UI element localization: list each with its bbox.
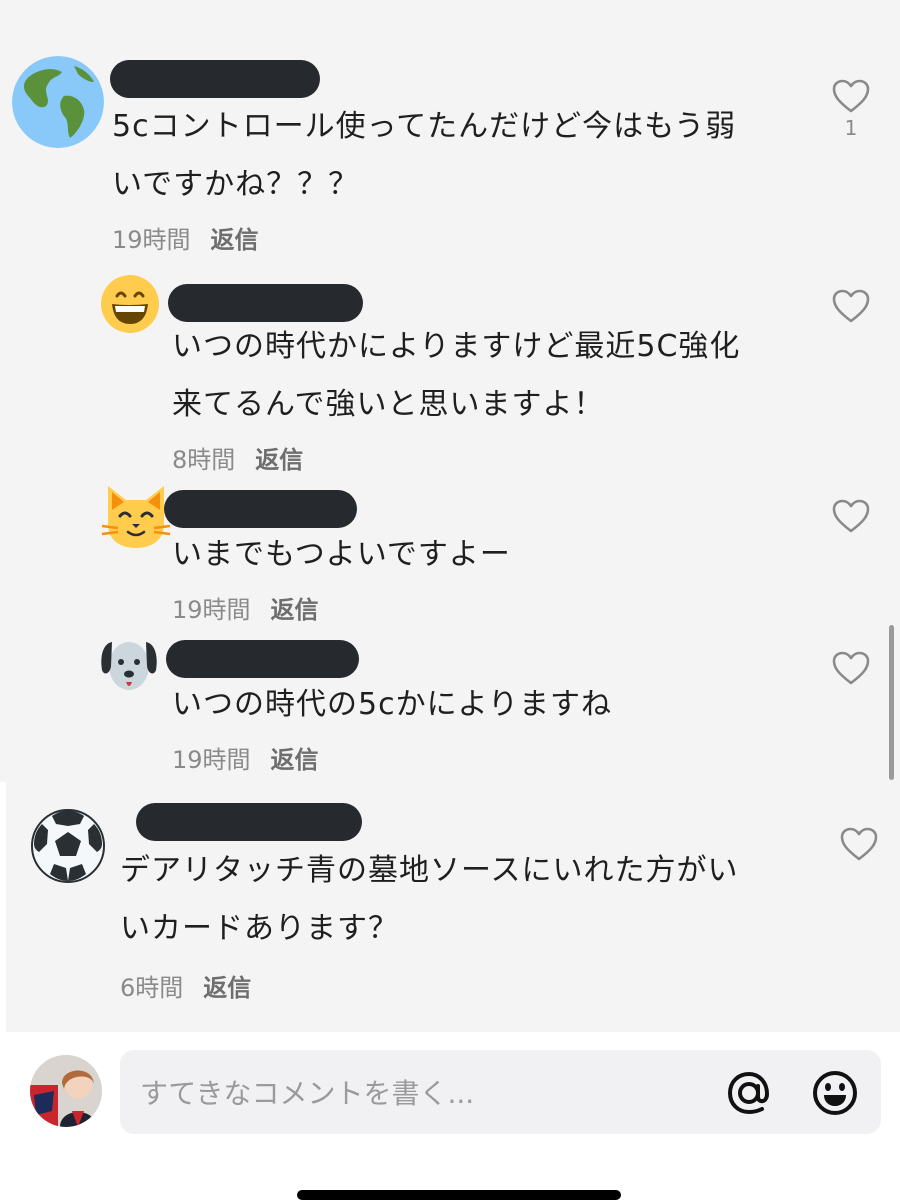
like-button[interactable] [837, 826, 881, 862]
redacted-username [136, 803, 362, 841]
heart-icon [832, 289, 870, 323]
comment-meta: 19時間 返信 [172, 740, 319, 775]
comment-meta: 8時間 返信 [172, 440, 303, 475]
earth-globe-icon[interactable] [12, 56, 104, 148]
comment-input[interactable] [138, 1050, 702, 1136]
heart-icon [832, 651, 870, 685]
grinning-face-icon[interactable] [100, 274, 160, 334]
comment-text: いつの時代の5cかによりますね [172, 687, 612, 722]
comment-text: いつの時代かによりますけど最近5C強化 来てるんで強いと思いますよ！ [172, 329, 741, 422]
dog-face-icon[interactable] [98, 634, 160, 696]
at-sign-icon[interactable] [724, 1068, 774, 1118]
reply-button[interactable]: 返信 [271, 740, 319, 775]
heart-icon [832, 79, 870, 113]
avatar[interactable] [30, 1055, 102, 1127]
like-button[interactable] [829, 650, 873, 686]
like-count: 1 [844, 116, 858, 140]
comment-text: いまでもつよいですよー [172, 537, 511, 572]
comment-text: デアリタッチ青の墓地ソースにいれた方がい いカードあります？ [120, 853, 739, 946]
reply-button[interactable]: 返信 [255, 440, 303, 475]
reply-button[interactable]: 返信 [203, 968, 251, 1003]
soccer-ball-icon[interactable] [30, 808, 106, 884]
comment-text: 5cコントロール使ってたんだけど今はもう弱 いですかね？？？ [112, 109, 737, 202]
scrollbar[interactable] [889, 625, 894, 780]
like-button[interactable] [829, 288, 873, 324]
like-button[interactable]: 1 [829, 78, 873, 140]
home-indicator[interactable] [297, 1190, 621, 1200]
reply-button[interactable]: 返信 [271, 590, 319, 625]
reply-button[interactable]: 返信 [211, 220, 259, 255]
comment-timestamp: 8時間 [172, 446, 236, 474]
heart-icon [832, 499, 870, 533]
cat-face-icon[interactable] [100, 480, 172, 552]
redacted-username [164, 490, 357, 528]
redacted-username [168, 284, 363, 322]
comment-timestamp: 19時間 [172, 596, 251, 624]
comment-meta: 6時間 返信 [120, 968, 251, 1003]
smiley-face-icon[interactable] [810, 1068, 860, 1118]
redacted-username [166, 640, 359, 678]
comment-timestamp: 19時間 [172, 746, 251, 774]
redacted-username [110, 60, 320, 98]
like-button[interactable] [829, 498, 873, 534]
comment-timestamp: 19時間 [112, 226, 191, 254]
comment-input-container[interactable] [120, 1050, 881, 1136]
comment-meta: 19時間 返信 [172, 590, 319, 625]
comment-meta: 19時間 返信 [112, 220, 259, 255]
comment-timestamp: 6時間 [120, 974, 184, 1002]
heart-icon [840, 827, 878, 861]
